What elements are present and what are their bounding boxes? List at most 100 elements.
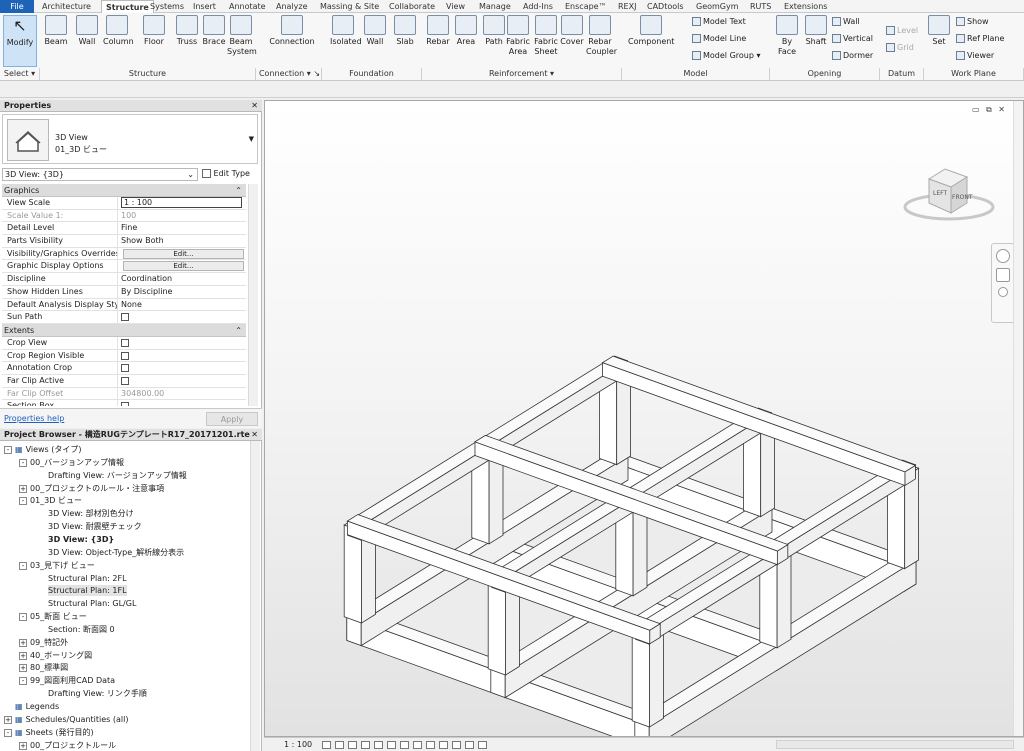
crop-icon[interactable] bbox=[387, 741, 396, 749]
group-work-plane[interactable]: Work Plane bbox=[924, 68, 1024, 80]
group-connection[interactable]: Connection ▾ ↘ bbox=[258, 68, 322, 80]
tab-architecture[interactable]: Architecture bbox=[42, 0, 91, 13]
close-icon[interactable]: ✕ bbox=[251, 429, 258, 441]
edit-type-button[interactable]: Edit Type bbox=[202, 168, 258, 181]
property-value[interactable]: Show Both bbox=[118, 235, 246, 247]
tab-enscape[interactable]: Enscape™ bbox=[565, 0, 607, 13]
cover-button[interactable]: Cover bbox=[558, 15, 586, 47]
view-scale-input[interactable]: 1 : 100 bbox=[121, 197, 242, 208]
tree-node[interactable]: -01_3D ビュー bbox=[19, 495, 82, 506]
highlight-icon[interactable] bbox=[465, 741, 474, 749]
property-value[interactable] bbox=[118, 337, 246, 349]
wall-button[interactable]: Wall bbox=[362, 15, 388, 47]
viewcube[interactable]: LEFT FRONT bbox=[897, 157, 997, 227]
tree-node[interactable]: +40_ボーリング図 bbox=[19, 650, 92, 661]
edit-button[interactable]: Edit... bbox=[123, 248, 244, 259]
property-value[interactable]: Edit... bbox=[118, 260, 246, 272]
expand-icon[interactable]: + bbox=[19, 664, 27, 673]
component-button[interactable]: Component bbox=[628, 15, 674, 47]
property-value[interactable] bbox=[118, 375, 246, 387]
tab-geomgym[interactable]: GeomGym bbox=[696, 0, 739, 13]
modify-button[interactable]: ↖ Modify bbox=[3, 15, 37, 67]
tree-node[interactable]: +80_標準図 bbox=[19, 662, 68, 673]
checkbox[interactable] bbox=[121, 351, 129, 360]
rebar-button[interactable]: Rebar bbox=[424, 15, 452, 47]
tree-node[interactable]: -00_バージョンアップ情報 bbox=[19, 457, 124, 468]
checkbox[interactable] bbox=[121, 402, 129, 406]
tree-node[interactable]: 3D View: Object-Type_解析線分表示 bbox=[48, 547, 184, 558]
tree-node[interactable]: ▦ Legends bbox=[4, 701, 59, 712]
tree-node[interactable]: 3D View: {3D} bbox=[48, 534, 114, 545]
collapse-icon[interactable]: - bbox=[19, 458, 27, 467]
expand-icon[interactable]: + bbox=[19, 651, 27, 660]
tab-systems[interactable]: Systems bbox=[150, 0, 184, 13]
analytical-icon[interactable] bbox=[452, 741, 461, 749]
tree-node[interactable]: + ▦ Schedules/Quantities (all) bbox=[4, 714, 128, 725]
checkbox[interactable] bbox=[121, 376, 129, 385]
wall-button[interactable]: Wall bbox=[73, 15, 101, 47]
tab-ruts[interactable]: RUTS bbox=[750, 0, 771, 13]
tree-node[interactable]: 3D View: 耐震壁チェック bbox=[48, 521, 142, 532]
group-datum[interactable]: Datum bbox=[880, 68, 924, 80]
model-group-tool[interactable]: Model Group ▾ bbox=[692, 51, 760, 61]
property-value[interactable]: By Discipline bbox=[118, 286, 246, 298]
tree-node[interactable]: Section: 断面図 0 bbox=[48, 624, 115, 635]
file-tab[interactable]: File bbox=[0, 0, 34, 13]
tree-node[interactable]: - ▦ Views (タイプ) bbox=[4, 444, 82, 455]
rebar-coupler-button[interactable]: Rebar Coupler bbox=[586, 15, 617, 57]
checkbox[interactable] bbox=[121, 313, 129, 322]
collapse-icon[interactable]: - bbox=[19, 677, 27, 686]
crop-visible-icon[interactable] bbox=[400, 741, 409, 749]
property-value[interactable]: Edit... bbox=[118, 248, 246, 260]
property-value[interactable] bbox=[118, 400, 246, 406]
ref-plane-tool[interactable]: Ref Plane bbox=[956, 34, 1004, 44]
type-selector[interactable]: 3D View 01_3D ビュー ▼ bbox=[2, 114, 258, 164]
vertical-tool[interactable]: Vertical bbox=[832, 34, 873, 44]
group-select[interactable]: Select ▾ bbox=[0, 68, 40, 80]
collapse-icon[interactable]: - bbox=[19, 497, 27, 506]
reveal-hidden-icon[interactable] bbox=[439, 741, 448, 749]
property-value[interactable]: Fine bbox=[118, 222, 246, 234]
tab-rexj[interactable]: REXJ bbox=[618, 0, 636, 13]
view-scale[interactable]: 1 : 100 bbox=[284, 738, 312, 751]
tab-structure[interactable]: Structure bbox=[101, 0, 154, 13]
group-structure[interactable]: Structure bbox=[40, 68, 256, 80]
property-value[interactable]: Coordination bbox=[118, 273, 246, 285]
section-extents[interactable]: Extents ⌃ bbox=[2, 323, 246, 337]
by-face-button[interactable]: By Face bbox=[774, 15, 800, 57]
tab-add-ins[interactable]: Add-Ins bbox=[523, 0, 553, 13]
close-icon[interactable]: ✕ bbox=[251, 100, 258, 112]
fabric-sheet-button[interactable]: Fabric Sheet bbox=[532, 15, 560, 57]
tab-collaborate[interactable]: Collaborate bbox=[389, 0, 435, 13]
tab-annotate[interactable]: Annotate bbox=[229, 0, 266, 13]
apply-button[interactable]: Apply bbox=[206, 412, 258, 426]
tab-cadtools[interactable]: CADtools bbox=[647, 0, 684, 13]
floor-button[interactable]: Floor bbox=[140, 15, 168, 47]
grid-tool[interactable]: Grid bbox=[886, 43, 914, 53]
viewport-scrollbar[interactable] bbox=[1013, 101, 1023, 736]
tree-node[interactable]: +00_プロジェクトルール bbox=[19, 740, 116, 751]
slab-button[interactable]: Slab bbox=[392, 15, 418, 47]
column-button[interactable]: Column bbox=[103, 15, 134, 47]
viewer-tool[interactable]: Viewer bbox=[956, 51, 994, 61]
connection-button[interactable]: Connection bbox=[268, 15, 316, 47]
beam-system-button[interactable]: Beam System bbox=[227, 15, 257, 57]
group-foundation[interactable]: Foundation bbox=[322, 68, 422, 80]
tree-node[interactable]: +09_特記外 bbox=[19, 637, 68, 648]
area-button[interactable]: Area bbox=[452, 15, 480, 47]
tree-node[interactable]: Drafting View: バージョンアップ情報 bbox=[48, 470, 187, 481]
tree-node[interactable]: -99_図面利用CAD Data bbox=[19, 675, 115, 686]
property-value[interactable] bbox=[118, 350, 246, 362]
section-graphics[interactable]: Graphics ⌃ bbox=[2, 184, 246, 197]
tab-insert[interactable]: Insert bbox=[193, 0, 216, 13]
shadows-icon[interactable] bbox=[361, 741, 370, 749]
tab-analyze[interactable]: Analyze bbox=[276, 0, 308, 13]
shaft-button[interactable]: Shaft bbox=[803, 15, 829, 47]
render-icon[interactable] bbox=[374, 741, 383, 749]
tree-node[interactable]: Structural Plan: 1FL bbox=[48, 585, 127, 597]
model-text-tool[interactable]: Model Text bbox=[692, 17, 746, 27]
properties-scrollbar[interactable] bbox=[248, 184, 258, 406]
expand-icon[interactable]: + bbox=[19, 741, 27, 750]
edit-button[interactable]: Edit... bbox=[123, 261, 244, 272]
isolated-button[interactable]: Isolated bbox=[330, 15, 362, 47]
